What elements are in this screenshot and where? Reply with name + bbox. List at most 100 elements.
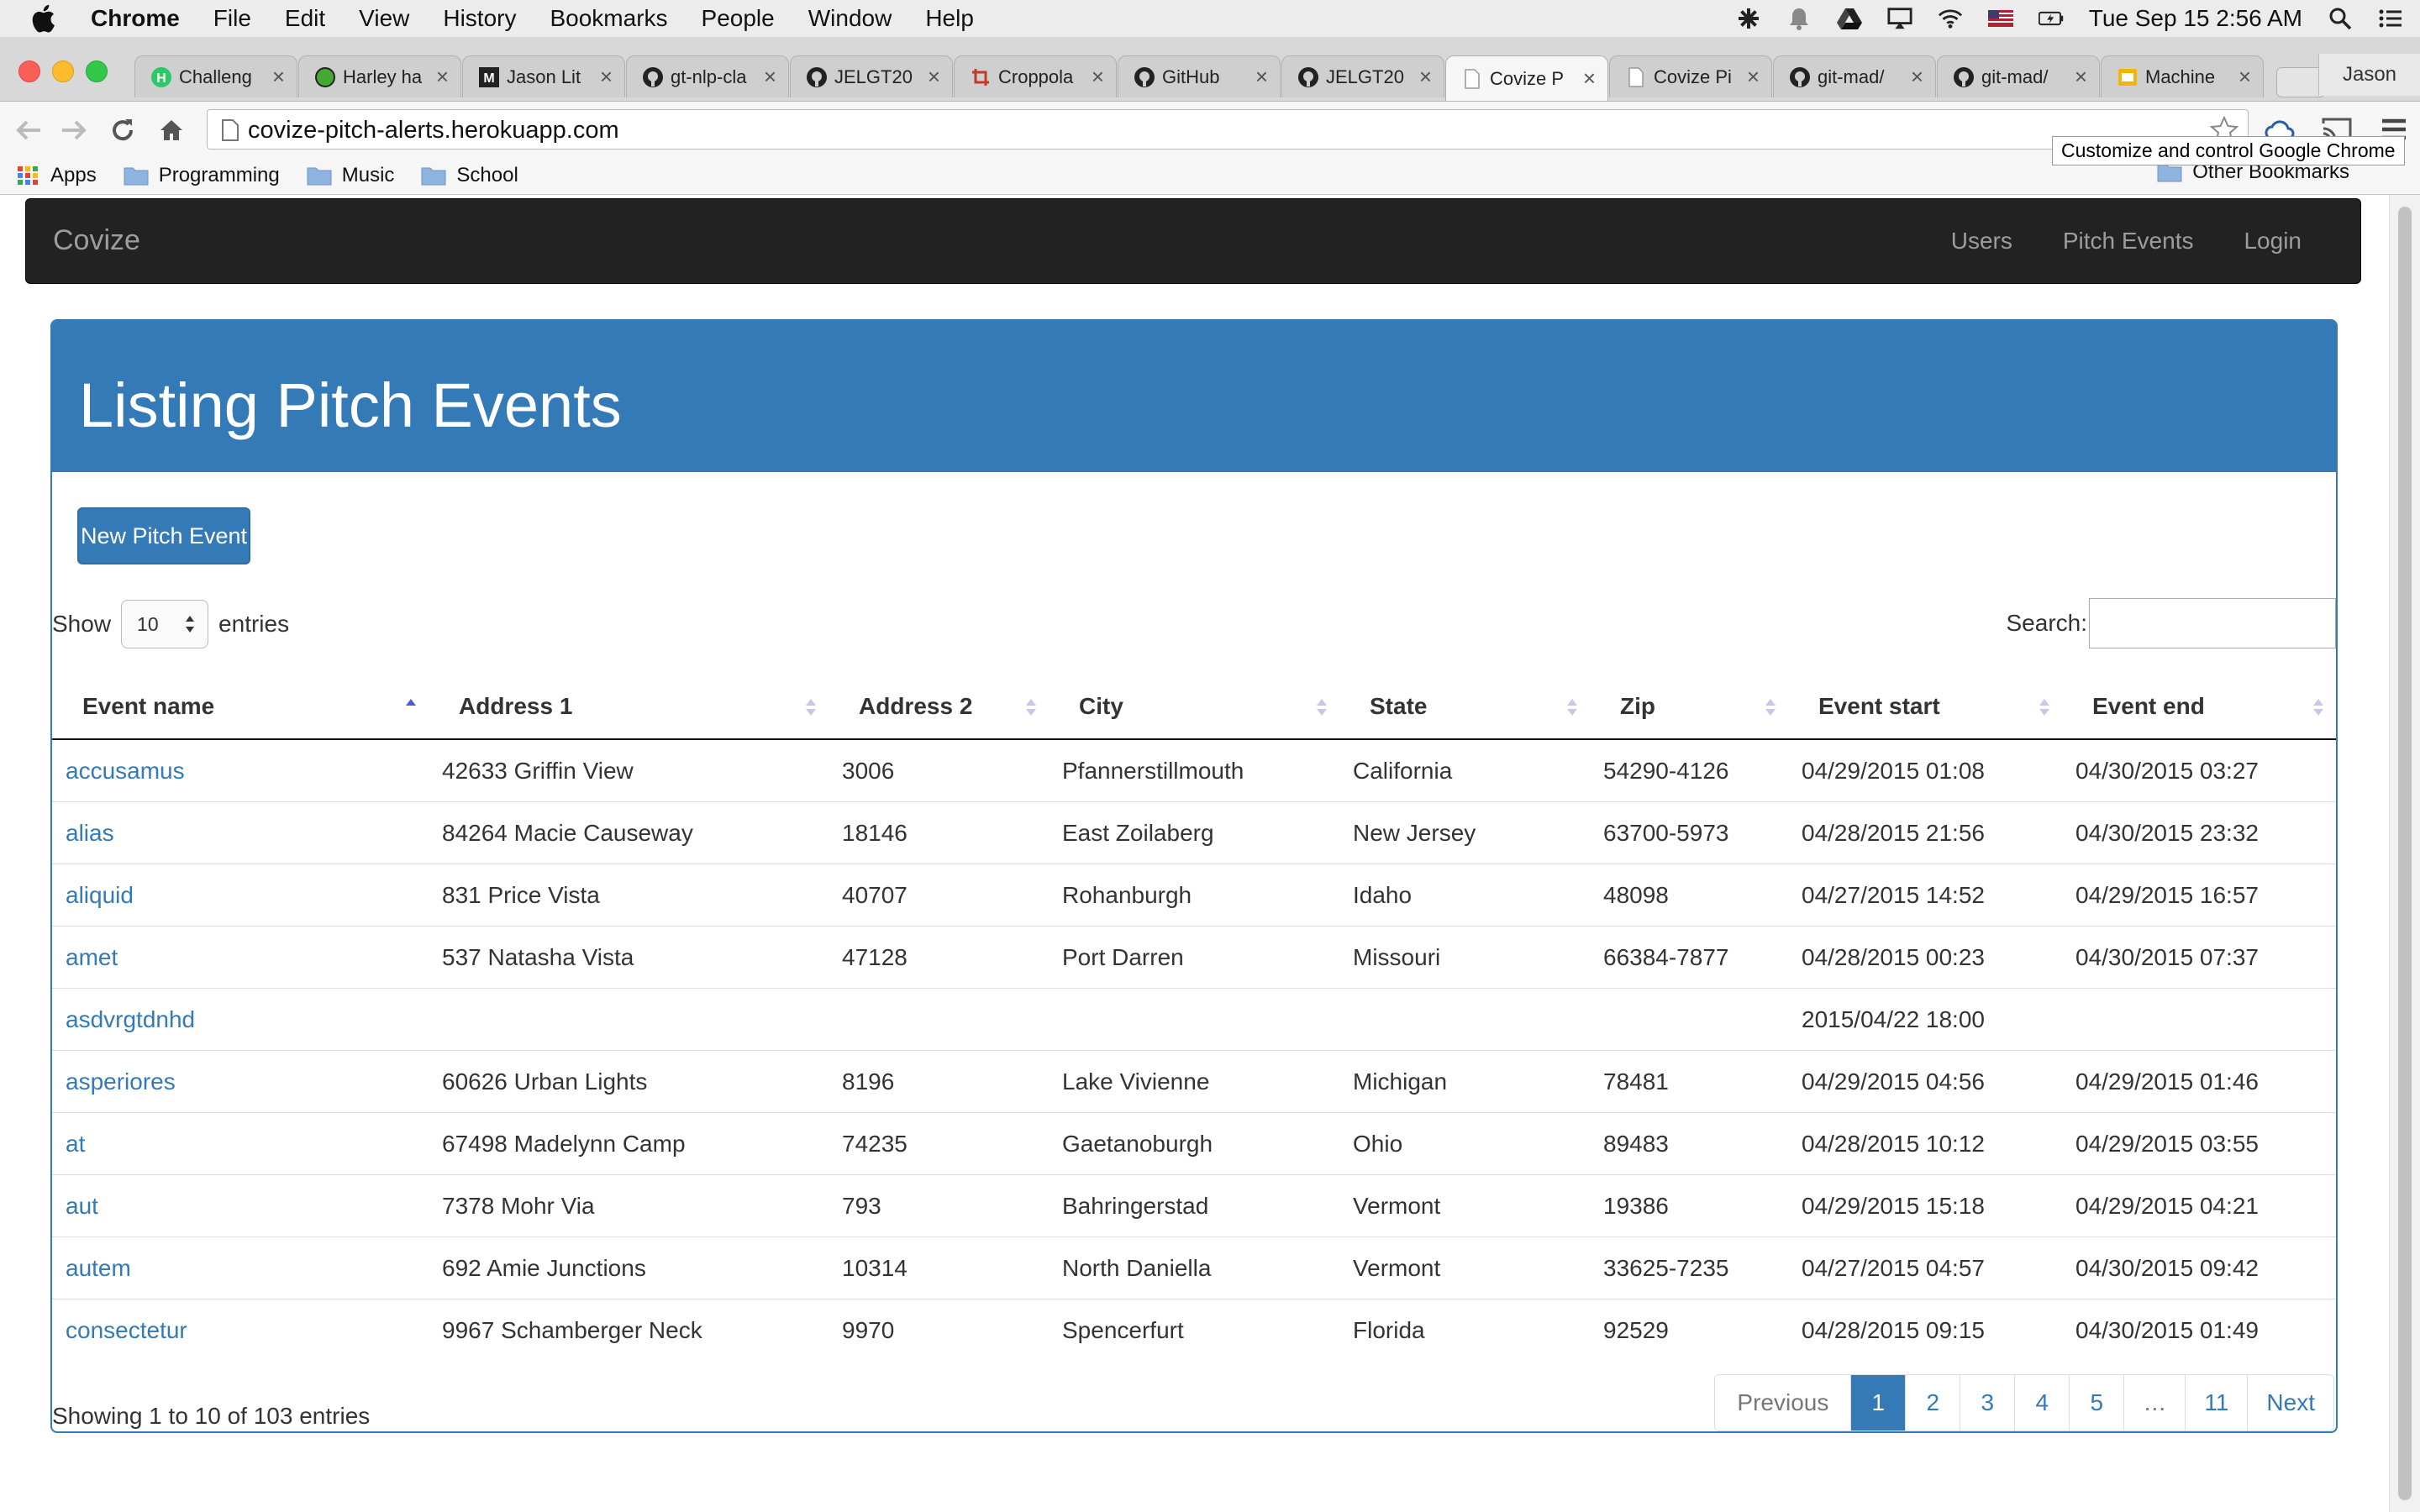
pagination-page-11[interactable]: 11 xyxy=(2185,1375,2248,1431)
col-header-state[interactable]: State xyxy=(1339,674,1590,740)
asterisk-menu-extra-icon[interactable] xyxy=(1736,6,1761,31)
browser-tab[interactable]: gt-nlp-cla × xyxy=(626,55,789,97)
col-header-address-1[interactable]: Address 1 xyxy=(429,674,829,740)
forward-arrow-icon[interactable] xyxy=(59,115,89,145)
browser-tab[interactable]: H Challeng × xyxy=(134,55,297,97)
pagination-next[interactable]: Next xyxy=(2247,1375,2333,1431)
wifi-icon[interactable] xyxy=(1938,6,1963,31)
menu-edit[interactable]: Edit xyxy=(285,5,325,32)
table-row: aliquid 831 Price Vista 40707 Rohanburgh Ida… xyxy=(52,864,2336,927)
home-icon[interactable] xyxy=(156,115,187,145)
new-pitch-event-button[interactable]: New Pitch Event xyxy=(77,507,250,564)
event-name-link[interactable]: asperiores xyxy=(66,1068,176,1095)
tab-close-icon[interactable]: × xyxy=(1747,64,1760,90)
browser-tab[interactable]: Croppola × xyxy=(954,55,1117,97)
reload-icon[interactable] xyxy=(108,115,138,145)
bookmark-apps[interactable]: Apps xyxy=(15,164,97,187)
event-name-link[interactable]: asdvrgtdnhd xyxy=(66,1006,195,1032)
bookmark-folder-music[interactable]: Music xyxy=(307,164,394,187)
notification-center-icon[interactable] xyxy=(2378,6,2403,31)
tab-close-icon[interactable]: × xyxy=(600,64,613,90)
page-info-icon[interactable] xyxy=(221,119,239,141)
table-cell: California xyxy=(1339,738,1590,802)
col-header-event-end[interactable]: Event end xyxy=(2062,674,2336,740)
airplay-icon[interactable] xyxy=(1887,6,1912,31)
google-drive-icon[interactable] xyxy=(1836,6,1862,31)
browser-tab[interactable]: git-mad/ × xyxy=(1937,55,2100,97)
nav-users[interactable]: Users xyxy=(1951,228,2012,255)
browser-tab[interactable]: GitHub × xyxy=(1118,55,1281,97)
window-zoom-button[interactable] xyxy=(86,60,108,82)
site-brand[interactable]: Covize xyxy=(53,224,140,257)
event-name-link[interactable]: consectetur xyxy=(66,1317,187,1343)
search-input[interactable] xyxy=(2089,598,2336,648)
pagination-page-1[interactable]: 1 xyxy=(1850,1375,1906,1431)
notification-bell-icon[interactable] xyxy=(1786,6,1812,31)
menu-clock[interactable]: Tue Sep 15 2:56 AM xyxy=(2089,5,2302,32)
browser-tab[interactable]: Harley ha × xyxy=(298,55,461,97)
event-name-link[interactable]: accusamus xyxy=(66,758,185,784)
bookmark-folder-programming[interactable]: Programming xyxy=(124,164,280,187)
col-header-event-start[interactable]: Event start xyxy=(1788,674,2062,740)
profile-button[interactable]: Jason xyxy=(2318,54,2420,96)
tab-close-icon[interactable]: × xyxy=(928,64,940,90)
us-flag-icon[interactable] xyxy=(1987,6,2013,31)
tab-close-icon[interactable]: × xyxy=(764,64,776,90)
browser-tab[interactable]: Machine × xyxy=(2101,55,2264,97)
browser-tab[interactable]: git-mad/ × xyxy=(1773,55,1936,97)
scrollbar-thumb[interactable] xyxy=(2398,207,2412,1500)
window-close-button[interactable] xyxy=(18,60,40,82)
table-cell: 04/28/2015 00:23 xyxy=(1788,926,2062,989)
tab-close-icon[interactable]: × xyxy=(1255,64,1268,90)
event-name-link[interactable]: amet xyxy=(66,944,118,970)
col-header-address-2[interactable]: Address 2 xyxy=(829,674,1049,740)
browser-tab-active[interactable]: Covize P × xyxy=(1445,55,1608,101)
pagination-page-4[interactable]: 4 xyxy=(2014,1375,2070,1431)
event-name-link[interactable]: alias xyxy=(66,820,114,846)
nav-login[interactable]: Login xyxy=(2244,228,2302,255)
entries-per-page-select[interactable]: 10 xyxy=(121,600,209,648)
event-name-link[interactable]: autem xyxy=(66,1255,131,1281)
apple-logo-icon[interactable] xyxy=(30,3,57,34)
tab-close-icon[interactable]: × xyxy=(2075,64,2087,90)
back-arrow-icon[interactable] xyxy=(13,115,44,145)
tab-close-icon[interactable]: × xyxy=(436,64,449,90)
event-name-link[interactable]: aliquid xyxy=(66,882,134,908)
bookmark-folder-school[interactable]: School xyxy=(421,164,518,187)
browser-tab[interactable]: JELGT20 × xyxy=(790,55,953,97)
spotlight-search-icon[interactable] xyxy=(2328,6,2353,31)
address-bar[interactable]: covize-pitch-alerts.herokuapp.com xyxy=(207,109,2249,150)
tab-close-icon[interactable]: × xyxy=(1419,64,1432,90)
col-header-zip[interactable]: Zip xyxy=(1590,674,1788,740)
event-name-link[interactable]: aut xyxy=(66,1193,98,1219)
tab-close-icon[interactable]: × xyxy=(1583,66,1596,92)
col-header-event-name[interactable]: Event name xyxy=(52,674,429,740)
menu-view[interactable]: View xyxy=(359,5,409,32)
table-cell: 66384-7877 xyxy=(1590,926,1788,989)
menu-history[interactable]: History xyxy=(443,5,516,32)
battery-icon[interactable] xyxy=(2038,6,2064,31)
menu-people[interactable]: People xyxy=(702,5,775,32)
address-bar-url[interactable]: covize-pitch-alerts.herokuapp.com xyxy=(248,117,619,144)
pagination-page-2[interactable]: 2 xyxy=(1905,1375,1960,1431)
pagination-page-5[interactable]: 5 xyxy=(2069,1375,2124,1431)
nav-pitch-events[interactable]: Pitch Events xyxy=(2063,228,2194,255)
pagination-page-3[interactable]: 3 xyxy=(1960,1375,2015,1431)
pagination-previous[interactable]: Previous xyxy=(1715,1375,1851,1431)
menu-bookmarks[interactable]: Bookmarks xyxy=(550,5,667,32)
tab-close-icon[interactable]: × xyxy=(2238,64,2251,90)
tab-close-icon[interactable]: × xyxy=(1911,64,1923,90)
menu-help[interactable]: Help xyxy=(925,5,974,32)
menu-file[interactable]: File xyxy=(213,5,251,32)
event-name-link[interactable]: at xyxy=(66,1131,85,1157)
page-scrollbar[interactable] xyxy=(2389,195,2420,1512)
col-header-city[interactable]: City xyxy=(1049,674,1339,740)
browser-tab[interactable]: JELGT20 × xyxy=(1281,55,1444,97)
tab-close-icon[interactable]: × xyxy=(272,64,285,90)
browser-tab[interactable]: Covize Pi × xyxy=(1609,55,1772,97)
tab-close-icon[interactable]: × xyxy=(1092,64,1104,90)
window-minimize-button[interactable] xyxy=(52,60,74,82)
menu-app-name[interactable]: Chrome xyxy=(91,5,180,32)
menu-window[interactable]: Window xyxy=(808,5,892,32)
browser-tab[interactable]: M Jason Lit × xyxy=(462,55,625,97)
